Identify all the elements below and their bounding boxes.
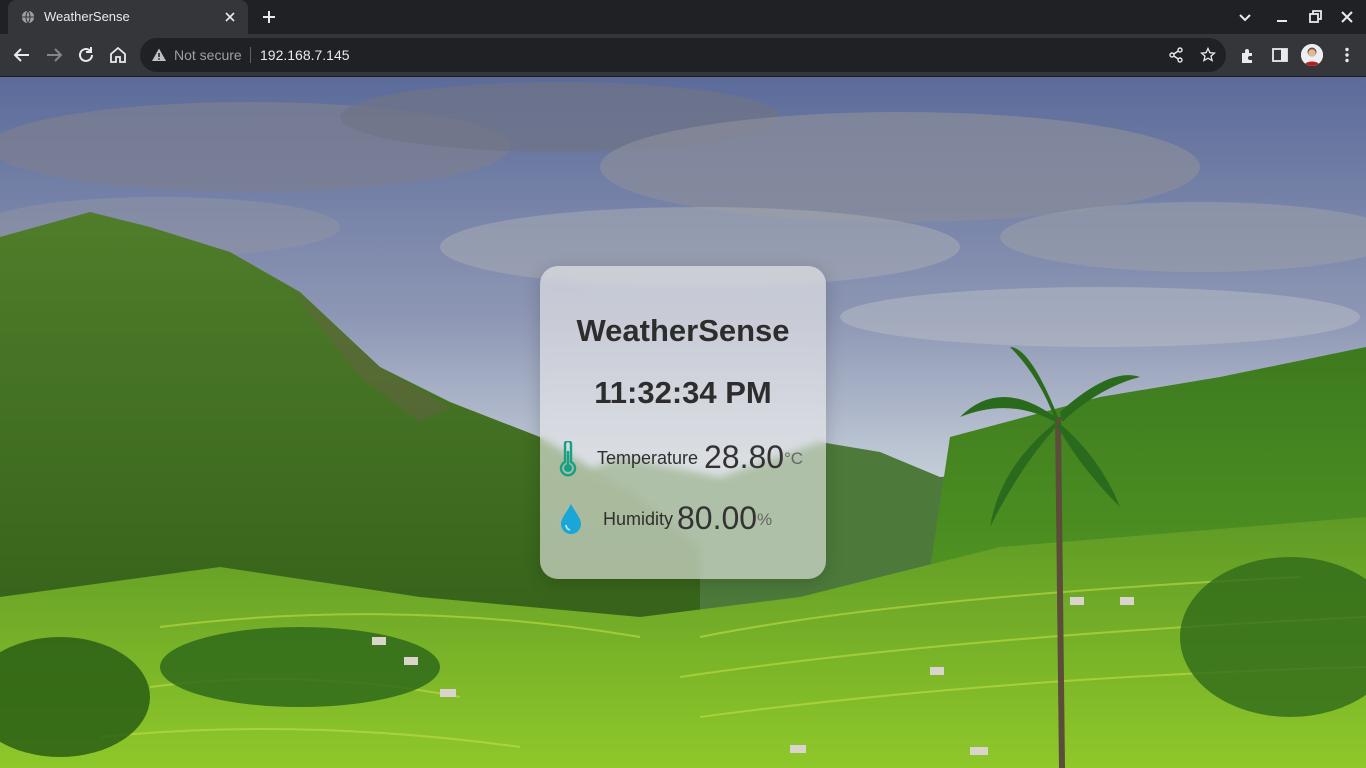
tab-title: WeatherSense (44, 9, 130, 24)
thermometer-icon (559, 441, 577, 477)
new-tab-icon[interactable] (260, 8, 278, 26)
warning-icon[interactable] (151, 47, 167, 63)
water-drop-icon (561, 504, 581, 534)
temperature-reading: Temperature 28.80 °C (540, 437, 826, 481)
humidity-reading: Humidity 80.00 % (540, 498, 826, 542)
page-viewport: WeatherSense 11:32:34 PM Temperature 28.… (0, 77, 1366, 768)
security-status[interactable]: Not secure (174, 47, 242, 63)
close-window-icon[interactable] (1338, 8, 1356, 26)
app-title: WeatherSense (576, 313, 790, 348)
menu-dots-icon[interactable] (1338, 46, 1356, 64)
globe-icon (21, 10, 35, 24)
tab-search-icon[interactable] (1236, 8, 1254, 26)
browser-toolbar: Not secure 192.168.7.145 (0, 34, 1366, 76)
back-icon[interactable] (12, 45, 32, 65)
temperature-value: 28.80 (704, 439, 785, 475)
home-icon[interactable] (108, 45, 128, 65)
profile-avatar[interactable] (1301, 44, 1323, 66)
weather-card: WeatherSense 11:32:34 PM Temperature 28.… (540, 266, 826, 579)
forward-icon[interactable] (44, 45, 64, 65)
omnibox-divider (250, 47, 251, 63)
share-icon[interactable] (1168, 47, 1184, 63)
restore-icon[interactable] (1306, 8, 1324, 26)
temperature-label: Temperature (597, 448, 699, 468)
temperature-unit: °C (784, 449, 804, 468)
reload-icon[interactable] (76, 45, 96, 65)
current-time: 11:32:34 PM (594, 375, 772, 410)
close-tab-icon[interactable] (222, 9, 238, 25)
humidity-value: 80.00 (677, 500, 758, 536)
humidity-label: Humidity (603, 509, 674, 529)
tab-strip: WeatherSense (0, 0, 1366, 34)
url-text[interactable]: 192.168.7.145 (260, 47, 350, 63)
browser-tab[interactable]: WeatherSense (8, 0, 248, 34)
humidity-unit: % (757, 510, 773, 529)
minimize-icon[interactable] (1273, 8, 1291, 26)
user-avatar-icon (1301, 44, 1323, 66)
side-panel-icon[interactable] (1271, 46, 1289, 64)
extensions-icon[interactable] (1239, 46, 1257, 64)
bookmark-star-icon[interactable] (1200, 47, 1216, 63)
address-bar[interactable]: Not secure 192.168.7.145 (140, 38, 1226, 72)
